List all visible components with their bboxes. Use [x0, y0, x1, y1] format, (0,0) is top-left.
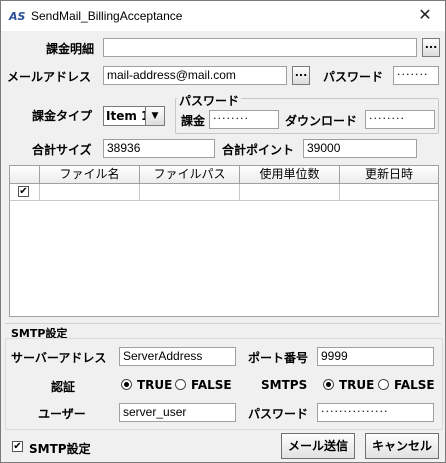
- total-size-label: 合計サイズ: [32, 143, 92, 157]
- chevron-down-icon[interactable]: ▼: [145, 107, 164, 125]
- smtp-password-label: パスワード: [248, 407, 309, 421]
- total-points-field[interactable]: 39000: [303, 139, 417, 158]
- billing-type-value: Item 1: [106, 109, 150, 123]
- column-header-check[interactable]: [10, 166, 40, 184]
- close-icon[interactable]: ✕: [415, 5, 435, 25]
- billing-detail-label: 課金明細: [46, 42, 95, 56]
- total-points-label: 合計ポイント: [222, 143, 295, 157]
- billing-detail-browse-button[interactable]: ...: [422, 38, 440, 57]
- auth-label: 認証: [51, 380, 76, 394]
- port-label: ポート番号: [248, 351, 309, 365]
- table-row-check-cell[interactable]: ✔: [10, 184, 40, 201]
- billing-type-select[interactable]: Item 1 ▼: [103, 106, 165, 126]
- window-title: SendMail_BillingAcceptance: [31, 9, 183, 23]
- smtps-false-radio[interactable]: [378, 379, 389, 390]
- table-row-updated[interactable]: [340, 184, 438, 201]
- smtps-label: SMTPS: [261, 378, 308, 392]
- dialog-window: AS SendMail_BillingAcceptance ✕ 課金明細 ...…: [0, 0, 446, 463]
- smtp-settings-checkbox-label[interactable]: SMTP設定: [29, 440, 91, 457]
- mail-address-field[interactable]: mail-address@mail.com: [103, 66, 287, 85]
- total-size-field[interactable]: 38936: [103, 139, 215, 158]
- smtps-true-radio[interactable]: [323, 379, 334, 390]
- auth-false-radio[interactable]: [175, 379, 186, 390]
- download-password-field[interactable]: ········: [365, 110, 435, 129]
- user-label: ユーザー: [38, 407, 86, 421]
- smtp-separator: [5, 323, 441, 324]
- mail-address-browse-button[interactable]: ...: [292, 66, 310, 85]
- mail-password-field[interactable]: ·······: [393, 66, 439, 85]
- user-field[interactable]: server_user: [119, 403, 236, 422]
- billing-password-label: 課金: [181, 114, 206, 128]
- column-header-units[interactable]: 使用単位数: [240, 166, 340, 184]
- billing-detail-field[interactable]: [103, 38, 417, 57]
- title-bar: AS SendMail_BillingAcceptance ✕: [1, 1, 445, 31]
- send-mail-button[interactable]: メール送信: [281, 433, 355, 459]
- smtps-false-label[interactable]: FALSE: [394, 378, 435, 392]
- cancel-button[interactable]: キャンセル: [365, 433, 439, 459]
- server-address-field[interactable]: ServerAddress: [119, 347, 236, 366]
- app-icon: AS: [9, 10, 26, 23]
- mail-address-label: メールアドレス: [7, 70, 92, 84]
- mail-password-label: パスワード: [323, 70, 384, 84]
- file-table[interactable]: ファイル名 ファイルパス 使用単位数 更新日時 ✔: [9, 165, 439, 317]
- server-address-label: サーバーアドレス: [11, 351, 107, 365]
- billing-type-label: 課金タイプ: [32, 109, 93, 123]
- smtps-true-label[interactable]: TRUE: [339, 378, 374, 392]
- port-field[interactable]: 9999: [317, 347, 434, 366]
- column-header-updated[interactable]: 更新日時: [340, 166, 438, 184]
- row-checkbox[interactable]: ✔: [18, 186, 29, 197]
- smtp-settings-checkbox[interactable]: ✔: [12, 441, 23, 452]
- column-header-file-name[interactable]: ファイル名: [40, 166, 140, 184]
- smtp-password-field[interactable]: ···············: [317, 403, 434, 422]
- table-row-file-path[interactable]: [140, 184, 240, 201]
- billing-password-field[interactable]: ········: [209, 110, 279, 129]
- auth-true-radio[interactable]: [121, 379, 132, 390]
- password-group-title: パスワード: [177, 92, 242, 109]
- column-header-file-path[interactable]: ファイルパス: [140, 166, 240, 184]
- table-row-file-name[interactable]: [40, 184, 140, 201]
- auth-true-label[interactable]: TRUE: [137, 378, 172, 392]
- table-row-units[interactable]: [240, 184, 340, 201]
- auth-false-label[interactable]: FALSE: [191, 378, 232, 392]
- download-password-label: ダウンロード: [285, 114, 358, 128]
